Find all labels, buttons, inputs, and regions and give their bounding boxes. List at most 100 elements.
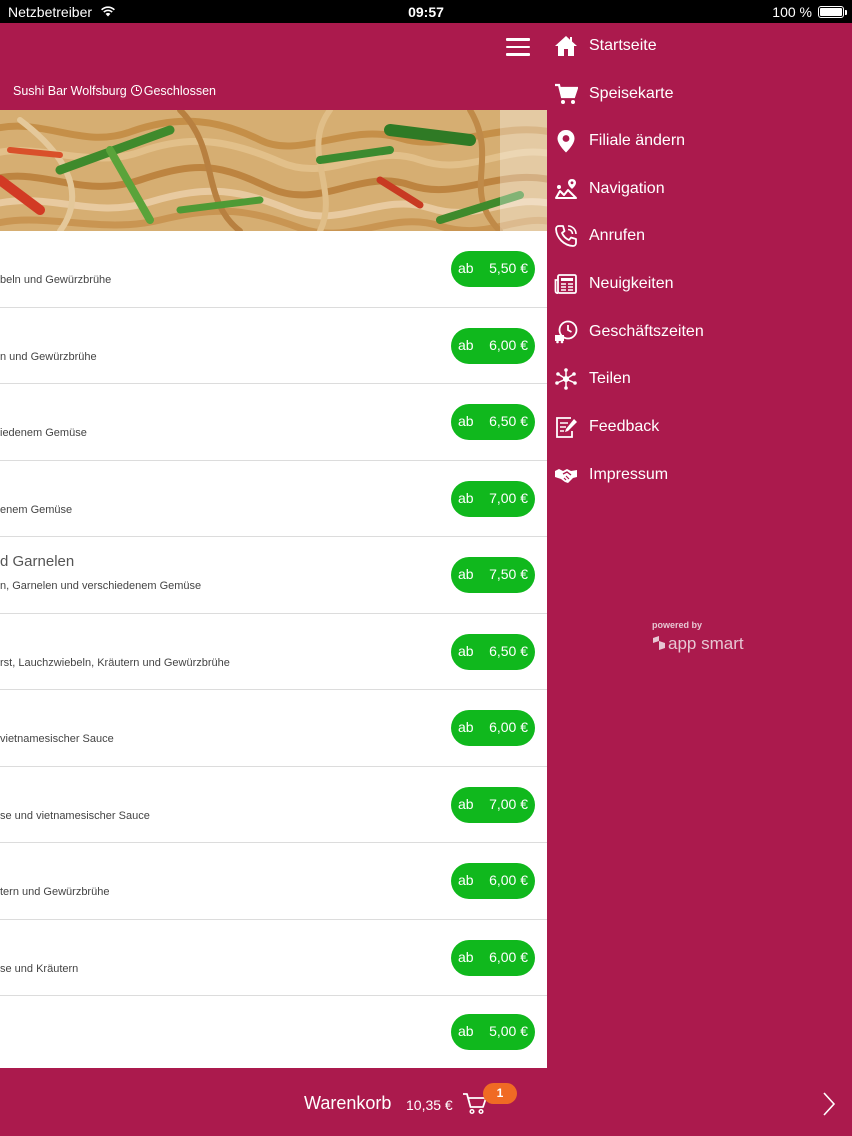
menu-item[interactable]: iedenem Gemüse ab 6,50 € (0, 384, 547, 461)
handshake-icon (555, 469, 577, 483)
price-button[interactable]: ab 6,00 € (451, 939, 535, 976)
side-menu-label: Teilen (589, 370, 631, 387)
price-prefix: ab (458, 489, 474, 506)
side-menu-item-speisekarte[interactable]: Speisekarte (547, 73, 852, 115)
menu-item-description: vietnamesischer Sauce (0, 733, 114, 745)
menu-item-description: rst, Lauchzwiebeln, Kräutern und Gewürzb… (0, 656, 230, 669)
side-menu-label: Speisekarte (589, 85, 674, 102)
price-amount: 6,50 € (489, 413, 528, 429)
clock-time: 09:57 (408, 4, 444, 20)
side-menu-item-feedback[interactable]: Feedback (547, 406, 852, 448)
side-menu-item-filiale[interactable]: Filiale ändern (547, 120, 852, 162)
side-menu-label: Startseite (589, 37, 657, 54)
price-amount: 6,00 € (489, 872, 528, 888)
menu-item[interactable]: tern und Gewürzbrühe ab 6,00 € (0, 843, 547, 920)
menu-list: beln und Gewürzbrühe ab 5,50 € n und Gewü… (0, 231, 547, 1068)
price-button[interactable]: ab 5,00 € (451, 1014, 535, 1050)
side-menu-item-neuigkeiten[interactable]: Neuigkeiten (547, 263, 852, 305)
price-button[interactable]: ab 6,00 € (451, 863, 535, 899)
price-amount: 6,00 € (489, 948, 528, 965)
price-prefix: ab (458, 336, 474, 353)
price-button[interactable]: ab 7,50 € (451, 557, 535, 593)
price-amount: 5,50 € (489, 260, 528, 276)
price-button[interactable]: ab 6,00 € (451, 327, 535, 364)
price-button[interactable]: ab 7,00 € (451, 786, 535, 823)
price-prefix: ab (458, 719, 474, 735)
price-amount: 7,00 € (489, 489, 528, 506)
price-prefix: ab (458, 260, 474, 276)
shop-info: Sushi Bar Wolfsburg Geschlossen (13, 84, 216, 98)
price-prefix: ab (458, 795, 474, 812)
cart-total: 10,35 € (406, 1097, 453, 1113)
chevron-right-icon[interactable] (822, 1091, 836, 1117)
location-pin-icon (557, 130, 575, 153)
side-menu-item-navigation[interactable]: Navigation (547, 168, 852, 210)
powered-by-label: powered by (652, 620, 703, 630)
price-amount: 6,00 € (489, 336, 528, 353)
side-menu-item-impressum[interactable]: Impressum (547, 454, 852, 496)
price-button[interactable]: ab 5,50 € (451, 251, 535, 287)
noodles-banner-image (0, 110, 547, 231)
price-prefix: ab (458, 872, 474, 888)
price-button[interactable]: ab 6,50 € (451, 633, 535, 670)
menu-item-description: beln und Gewürzbrühe (0, 274, 112, 286)
menu-item-title: d Garnelen (0, 553, 75, 570)
menu-item[interactable]: ab 5,00 € (0, 996, 547, 1068)
menu-item[interactable]: se und vietnamesischer Sauce ab 7,00 € (0, 767, 547, 843)
menu-item[interactable]: rst, Lauchzwiebeln, Kräutern und Gewürzb… (0, 614, 547, 690)
price-amount: 7,50 € (489, 566, 528, 582)
price-amount: 5,00 € (489, 1023, 528, 1039)
side-menu: Startseite Speisekarte Filiale ändern Na… (547, 23, 852, 1069)
price-prefix: ab (458, 413, 474, 429)
map-route-icon (555, 179, 577, 199)
shop-name: Sushi Bar Wolfsburg (13, 84, 127, 98)
price-button[interactable]: ab 7,00 € (451, 480, 535, 517)
clock-icon (130, 85, 142, 96)
menu-item[interactable]: enem Gemüse ab 7,00 € (0, 461, 547, 537)
price-prefix: ab (458, 948, 474, 965)
price-prefix: ab (458, 1023, 474, 1039)
newspaper-icon (554, 274, 577, 294)
price-amount: 7,00 € (489, 795, 528, 812)
menu-item[interactable]: beln und Gewürzbrühe ab 5,50 € (0, 231, 547, 308)
feedback-icon (556, 417, 577, 438)
menu-content: Sushi Bar Wolfsburg Geschlossen beln und… (0, 23, 547, 1069)
menu-item-description: enem Gemüse (0, 503, 73, 516)
menu-item-description: iedenem Gemüse (0, 427, 87, 439)
side-menu-label: Filiale ändern (589, 132, 686, 149)
battery-percentage: 100 % (772, 4, 812, 20)
status-bar: Netzbetreiber 09:57 100 % (0, 0, 852, 23)
side-menu-item-geschaeftszeiten[interactable]: Geschäftszeiten (547, 311, 852, 353)
cart-bar[interactable]: Warenkorb 10,35 € 1 (0, 1069, 852, 1136)
side-menu-item-teilen[interactable]: Teilen (547, 358, 852, 400)
menu-item-description: tern und Gewürzbrühe (0, 886, 110, 898)
price-prefix: ab (458, 566, 474, 582)
menu-item[interactable]: d Garnelen n, Garnelen und verschiedenem… (0, 537, 547, 614)
menu-item-description: n und Gewürzbrühe (0, 350, 97, 363)
delivery-clock-icon (555, 320, 578, 344)
side-menu-item-startseite[interactable]: Startseite (547, 25, 852, 67)
phone-icon (555, 225, 577, 247)
share-icon (555, 368, 577, 390)
cart-icon (555, 83, 578, 104)
price-amount: 6,00 € (489, 719, 528, 735)
hamburger-menu-icon[interactable] (506, 38, 530, 56)
menu-item[interactable]: se und Kräutern ab 6,00 € (0, 920, 547, 996)
side-menu-item-anrufen[interactable]: Anrufen (547, 215, 852, 257)
menu-item-description: se und vietnamesischer Sauce (0, 809, 150, 822)
side-menu-label: Impressum (589, 466, 669, 483)
menu-item[interactable]: n und Gewürzbrühe ab 6,00 € (0, 308, 547, 384)
battery-icon (818, 6, 847, 18)
menu-item[interactable]: vietnamesischer Sauce ab 6,00 € (0, 690, 547, 767)
side-menu-label: Neuigkeiten (589, 275, 674, 292)
appsmart-logo-icon (653, 636, 665, 650)
shop-status: Geschlossen (143, 84, 216, 98)
cart-count-badge: 1 (483, 1083, 517, 1104)
price-button[interactable]: ab 6,50 € (451, 404, 535, 440)
price-button[interactable]: ab 6,00 € (451, 710, 535, 746)
menu-item-description: n, Garnelen und verschiedenem Gemüse (0, 580, 202, 592)
side-menu-label: Anrufen (589, 227, 646, 244)
cart-label: Warenkorb (304, 1093, 392, 1113)
side-menu-label: Navigation (589, 180, 665, 197)
appsmart-logo[interactable]: app smart (652, 634, 744, 654)
